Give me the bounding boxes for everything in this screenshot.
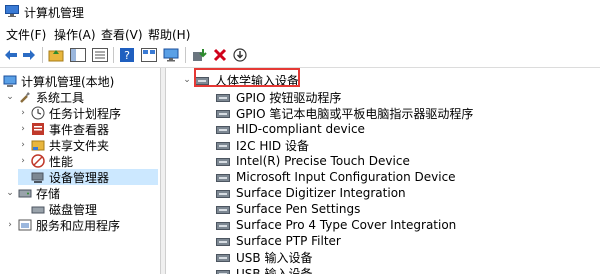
device-item[interactable]: Surface PTP Filter xyxy=(216,233,341,249)
device-item[interactable]: Surface Digitizer Integration xyxy=(216,185,406,201)
disk-icon xyxy=(31,202,45,216)
delete-icon[interactable] xyxy=(211,46,229,64)
device-item[interactable]: HID-compliant device xyxy=(216,121,365,137)
tree-item-label: 共享文件夹 xyxy=(49,138,110,153)
device-label: USB 输入设备 xyxy=(236,266,313,274)
device-label: Surface Pen Settings xyxy=(236,202,361,216)
device-label: I2C HID 设备 xyxy=(236,138,309,153)
tree-item-shared-folders[interactable]: › 共享文件夹 xyxy=(18,137,109,153)
computer-management-icon xyxy=(3,74,17,88)
tree-item-label: 系统工具 xyxy=(36,90,85,105)
tree-item-label: 计算机管理(本地) xyxy=(21,74,115,89)
tree-item-label: 存储 xyxy=(36,186,61,201)
hid-device-icon xyxy=(216,155,231,168)
console-tree: 计算机管理(本地) ⌄ 系统工具 › 任务计划程序 › 事件查看器 › 共享文件… xyxy=(0,68,161,274)
chevron-right-icon[interactable]: › xyxy=(18,124,28,134)
monitor-icon[interactable] xyxy=(162,46,180,64)
storage-icon xyxy=(18,186,32,200)
chevron-right-icon[interactable]: › xyxy=(18,140,28,150)
tree-item-label: 设备管理器 xyxy=(49,170,110,185)
up-folder-icon[interactable] xyxy=(47,46,65,64)
device-item[interactable]: I2C HID 设备 xyxy=(216,137,309,153)
menu-view[interactable]: 查看(V) xyxy=(101,26,143,43)
hid-device-icon xyxy=(216,91,231,104)
hid-device-icon xyxy=(216,139,231,152)
device-label: Microsoft Input Configuration Device xyxy=(236,170,456,184)
device-item[interactable]: Surface Pro 4 Type Cover Integration xyxy=(216,217,456,233)
tree-item-task-scheduler[interactable]: › 任务计划程序 xyxy=(18,105,121,121)
event-viewer-icon xyxy=(31,122,45,136)
tree-item-label: 事件查看器 xyxy=(49,122,110,137)
menu-action[interactable]: 操作(A) xyxy=(54,26,96,43)
hid-device-icon xyxy=(216,251,231,264)
properties-icon[interactable] xyxy=(91,46,109,64)
tree-item-system-tools[interactable]: ⌄ 系统工具 xyxy=(5,89,84,105)
menu-help[interactable]: 帮助(H) xyxy=(148,26,190,43)
hid-device-icon xyxy=(216,171,231,184)
device-item[interactable]: GPIO 笔记本电脑或平板电脑指示器驱动程序 xyxy=(216,105,473,121)
hid-device-icon xyxy=(216,203,231,216)
device-item[interactable]: Intel(R) Precise Touch Device xyxy=(216,153,410,169)
show-hide-console-tree-icon[interactable] xyxy=(69,46,87,64)
device-item[interactable]: USB 输入设备 xyxy=(216,265,312,274)
device-item[interactable]: USB 输入设备 xyxy=(216,249,312,265)
chevron-down-icon[interactable]: ⌄ xyxy=(5,188,15,198)
device-item[interactable]: GPIO 按钮驱动程序 xyxy=(216,89,341,105)
computer-management-icon xyxy=(5,5,19,17)
menu-file[interactable]: 文件(F) xyxy=(6,26,46,43)
hid-device-icon xyxy=(216,123,231,136)
chevron-right-icon[interactable]: › xyxy=(5,220,15,230)
svg-text:?: ? xyxy=(124,49,130,62)
forward-arrow-icon[interactable] xyxy=(20,46,38,64)
device-label: Surface Digitizer Integration xyxy=(236,186,406,200)
window-title: 计算机管理 xyxy=(24,6,85,20)
device-item[interactable]: Surface Pen Settings xyxy=(216,201,360,217)
back-arrow-icon[interactable] xyxy=(2,46,20,64)
chevron-right-icon[interactable]: › xyxy=(18,156,28,166)
tree-item-computer-management[interactable]: 计算机管理(本地) xyxy=(3,73,114,89)
title-bar: 计算机管理 xyxy=(0,0,600,23)
highlight-annotation-box xyxy=(194,68,300,87)
chevron-down-icon[interactable]: ⌄ xyxy=(5,92,15,102)
tree-item-performance[interactable]: › 性能 xyxy=(18,153,73,169)
chevron-right-icon[interactable]: › xyxy=(18,108,28,118)
hid-device-icon xyxy=(216,267,231,274)
tree-item-label: 磁盘管理 xyxy=(49,202,98,217)
tree-item-event-viewer[interactable]: › 事件查看器 xyxy=(18,121,109,137)
tree-item-device-manager[interactable]: 设备管理器 xyxy=(18,169,158,185)
device-label: Surface Pro 4 Type Cover Integration xyxy=(236,218,457,232)
device-label: USB 输入设备 xyxy=(236,250,313,265)
chevron-down-icon[interactable]: ⌄ xyxy=(182,75,192,85)
update-driver-icon[interactable] xyxy=(190,46,208,64)
hid-device-icon xyxy=(216,187,231,200)
shared-folder-icon xyxy=(31,138,45,152)
tree-item-disk-management[interactable]: 磁盘管理 xyxy=(18,201,97,217)
tree-item-label: 服务和应用程序 xyxy=(36,218,121,233)
device-label: GPIO 按钮驱动程序 xyxy=(236,90,342,105)
device-label: GPIO 笔记本电脑或平板电脑指示器驱动程序 xyxy=(236,106,474,121)
clock-icon xyxy=(31,106,45,120)
device-label: HID-compliant device xyxy=(236,122,365,136)
view-icon[interactable] xyxy=(140,46,158,64)
device-label: Surface PTP Filter xyxy=(236,234,341,248)
device-label: Intel(R) Precise Touch Device xyxy=(236,154,410,168)
services-icon xyxy=(18,218,32,232)
device-list-pane: ⌄ 人体学输入设备 GPIO 按钮驱动程序 GPIO 笔记本电脑或平板电脑指示器… xyxy=(166,68,600,274)
menu-bar: 文件(F) 操作(A) 查看(V) 帮助(H) xyxy=(0,23,600,43)
tree-item-services-and-applications[interactable]: › 服务和应用程序 xyxy=(5,217,120,233)
tree-item-label: 性能 xyxy=(49,154,74,169)
hid-device-icon xyxy=(216,235,231,248)
performance-icon xyxy=(31,154,45,168)
toolbar: ? xyxy=(0,43,600,68)
download-circle-icon[interactable] xyxy=(231,46,249,64)
device-item[interactable]: Microsoft Input Configuration Device xyxy=(216,169,456,185)
tree-item-storage[interactable]: ⌄ 存储 xyxy=(5,185,60,201)
device-manager-icon xyxy=(31,170,45,184)
hid-device-icon xyxy=(216,107,231,120)
help-icon[interactable]: ? xyxy=(118,46,136,64)
tree-item-label: 任务计划程序 xyxy=(49,106,122,121)
tools-icon xyxy=(18,90,32,104)
hid-device-icon xyxy=(216,219,231,232)
